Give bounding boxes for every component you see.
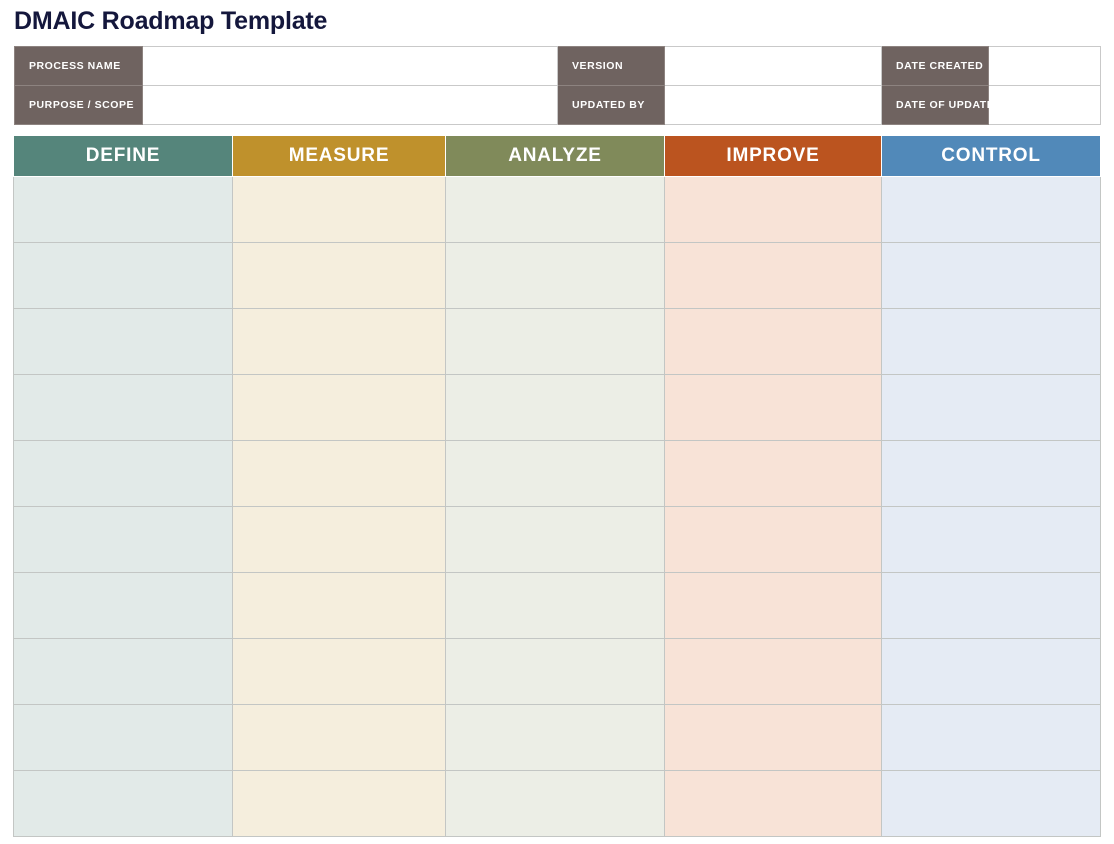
dmaic-cell-improve[interactable] (665, 309, 882, 375)
date-of-update-label: DATE OF UPDATE (882, 86, 989, 125)
dmaic-cell-measure[interactable] (233, 639, 446, 705)
dmaic-cell-analyze[interactable] (446, 177, 665, 243)
dmaic-cell-improve[interactable] (665, 441, 882, 507)
version-field[interactable] (665, 47, 882, 86)
updated-by-field[interactable] (665, 86, 882, 125)
dmaic-row (14, 771, 1101, 837)
dmaic-cell-define[interactable] (14, 177, 233, 243)
dmaic-cell-improve[interactable] (665, 639, 882, 705)
column-header-define[interactable]: DEFINE (14, 136, 233, 177)
date-of-update-field[interactable] (989, 86, 1101, 125)
dmaic-cell-control[interactable] (882, 375, 1101, 441)
dmaic-row (14, 705, 1101, 771)
dmaic-cell-measure[interactable] (233, 243, 446, 309)
dmaic-cell-define[interactable] (14, 507, 233, 573)
dmaic-cell-analyze[interactable] (446, 573, 665, 639)
dmaic-row (14, 573, 1101, 639)
dmaic-cell-control[interactable] (882, 441, 1101, 507)
dmaic-cell-define[interactable] (14, 375, 233, 441)
updated-by-label: UPDATED BY (558, 86, 665, 125)
dmaic-cell-control[interactable] (882, 243, 1101, 309)
dmaic-cell-define[interactable] (14, 309, 233, 375)
column-header-measure[interactable]: MEASURE (233, 136, 446, 177)
dmaic-cell-analyze[interactable] (446, 507, 665, 573)
dmaic-cell-measure[interactable] (233, 573, 446, 639)
process-name-field[interactable] (143, 47, 558, 86)
date-created-label: DATE CREATED (882, 47, 989, 86)
dmaic-cell-define[interactable] (14, 705, 233, 771)
column-header-improve[interactable]: IMPROVE (665, 136, 882, 177)
dmaic-cell-define[interactable] (14, 573, 233, 639)
dmaic-cell-improve[interactable] (665, 507, 882, 573)
dmaic-row (14, 375, 1101, 441)
dmaic-cell-control[interactable] (882, 309, 1101, 375)
dmaic-row (14, 507, 1101, 573)
purpose-scope-field[interactable] (143, 86, 558, 125)
dmaic-cell-analyze[interactable] (446, 309, 665, 375)
dmaic-cell-analyze[interactable] (446, 705, 665, 771)
dmaic-cell-improve[interactable] (665, 177, 882, 243)
document-info-body: PROCESS NAME VERSION DATE CREATED PURPOS… (15, 47, 1101, 125)
dmaic-cell-analyze[interactable] (446, 243, 665, 309)
dmaic-row (14, 177, 1101, 243)
dmaic-cell-define[interactable] (14, 441, 233, 507)
dmaic-cell-measure[interactable] (233, 375, 446, 441)
dmaic-cell-measure[interactable] (233, 309, 446, 375)
date-created-field[interactable] (989, 47, 1101, 86)
dmaic-cell-measure[interactable] (233, 507, 446, 573)
dmaic-roadmap-table: DEFINE MEASURE ANALYZE IMPROVE CONTROL (13, 135, 1101, 837)
purpose-scope-label: PURPOSE / SCOPE (15, 86, 143, 125)
dmaic-cell-improve[interactable] (665, 573, 882, 639)
dmaic-header-row-group: DEFINE MEASURE ANALYZE IMPROVE CONTROL (14, 136, 1101, 177)
dmaic-cell-improve[interactable] (665, 771, 882, 837)
dmaic-header-row: DEFINE MEASURE ANALYZE IMPROVE CONTROL (14, 136, 1101, 177)
dmaic-cell-analyze[interactable] (446, 441, 665, 507)
dmaic-cell-analyze[interactable] (446, 375, 665, 441)
dmaic-cell-control[interactable] (882, 507, 1101, 573)
dmaic-cell-control[interactable] (882, 771, 1101, 837)
document-info-row: PURPOSE / SCOPE UPDATED BY DATE OF UPDAT… (15, 86, 1101, 125)
version-label: VERSION (558, 47, 665, 86)
dmaic-cell-control[interactable] (882, 639, 1101, 705)
dmaic-row (14, 639, 1101, 705)
document-info-table: PROCESS NAME VERSION DATE CREATED PURPOS… (14, 46, 1101, 125)
dmaic-cell-define[interactable] (14, 639, 233, 705)
dmaic-body (14, 177, 1101, 837)
dmaic-cell-measure[interactable] (233, 177, 446, 243)
dmaic-cell-improve[interactable] (665, 243, 882, 309)
page-root: DMAIC Roadmap Template PROCESS NAME VERS… (0, 0, 1114, 844)
page-title: DMAIC Roadmap Template (14, 4, 327, 38)
process-name-label: PROCESS NAME (15, 47, 143, 86)
dmaic-row (14, 309, 1101, 375)
dmaic-row (14, 243, 1101, 309)
document-info-row: PROCESS NAME VERSION DATE CREATED (15, 47, 1101, 86)
dmaic-cell-measure[interactable] (233, 441, 446, 507)
dmaic-cell-analyze[interactable] (446, 639, 665, 705)
column-header-analyze[interactable]: ANALYZE (446, 136, 665, 177)
dmaic-cell-define[interactable] (14, 771, 233, 837)
column-header-control[interactable]: CONTROL (882, 136, 1101, 177)
dmaic-cell-control[interactable] (882, 177, 1101, 243)
dmaic-cell-measure[interactable] (233, 771, 446, 837)
dmaic-cell-define[interactable] (14, 243, 233, 309)
dmaic-cell-measure[interactable] (233, 705, 446, 771)
dmaic-cell-analyze[interactable] (446, 771, 665, 837)
dmaic-cell-control[interactable] (882, 705, 1101, 771)
dmaic-row (14, 441, 1101, 507)
dmaic-cell-improve[interactable] (665, 375, 882, 441)
dmaic-cell-improve[interactable] (665, 705, 882, 771)
dmaic-cell-control[interactable] (882, 573, 1101, 639)
